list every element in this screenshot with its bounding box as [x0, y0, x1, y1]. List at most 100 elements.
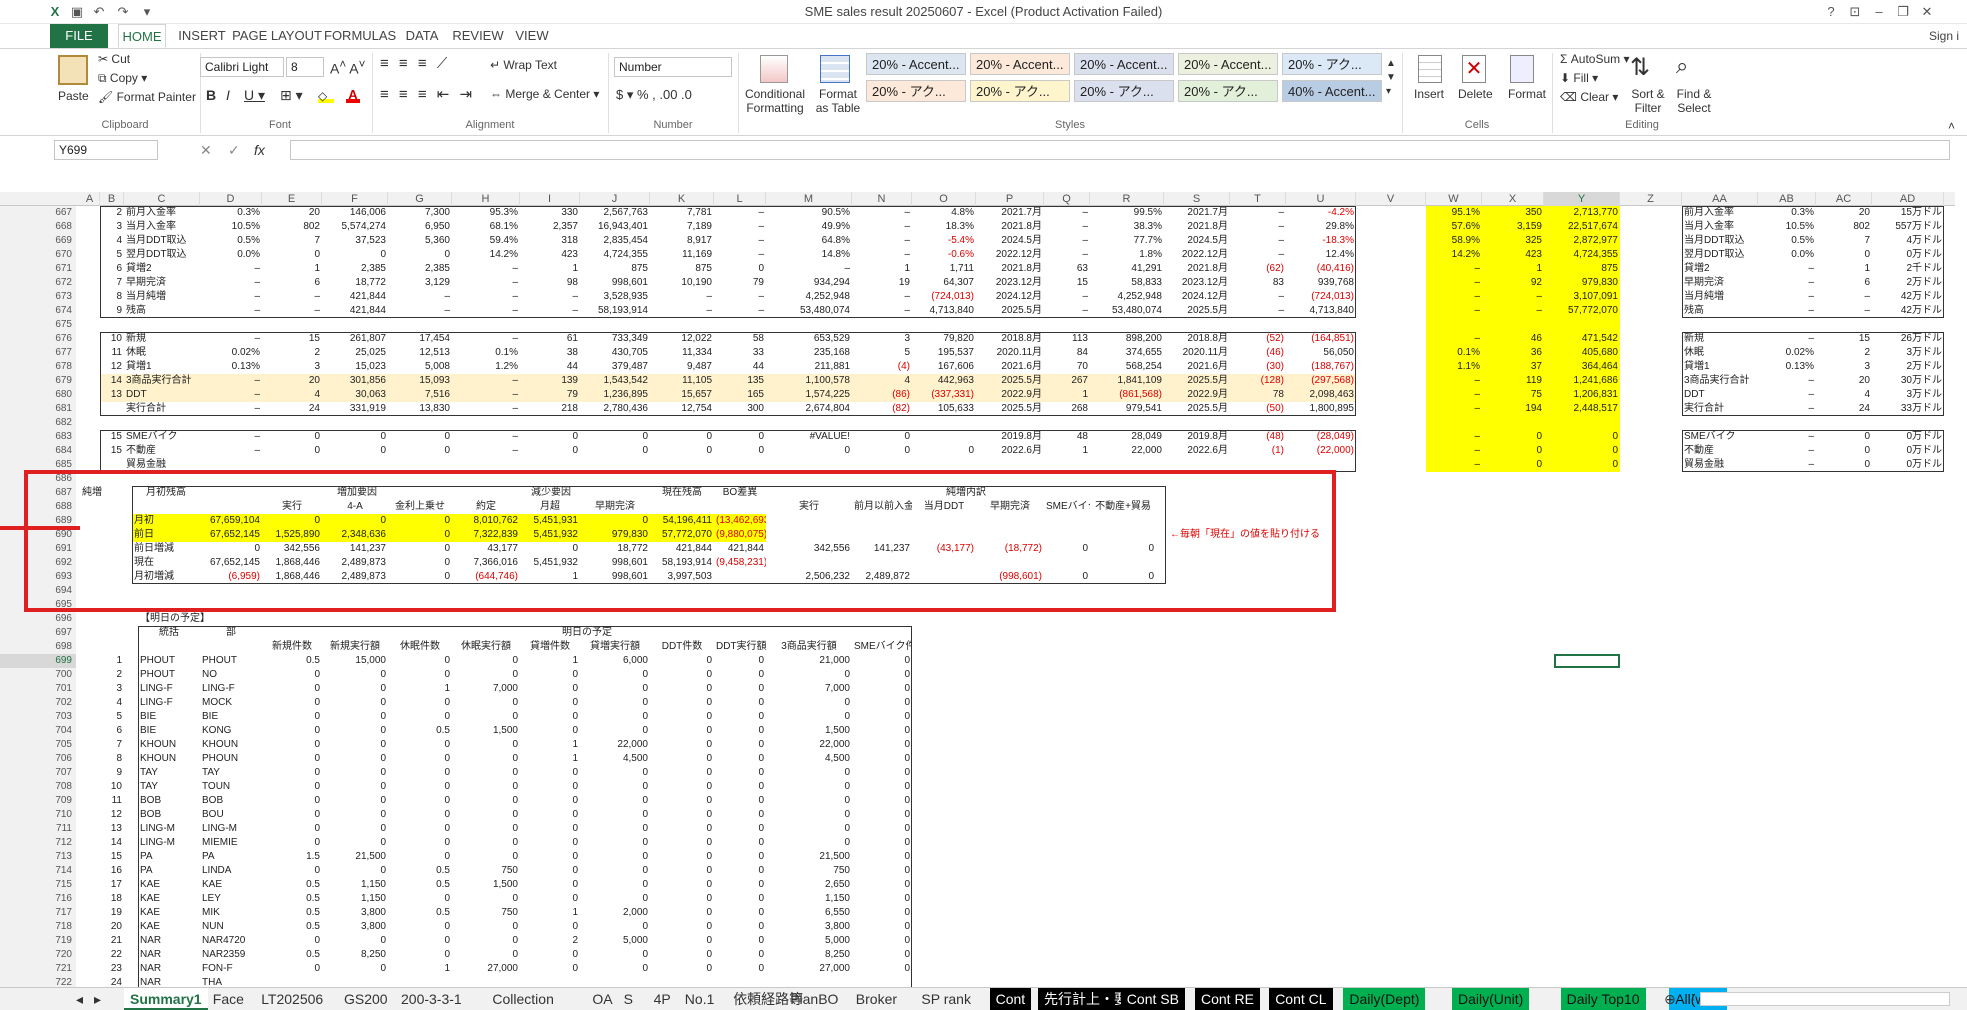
plan-value[interactable]: 1,150 — [322, 892, 388, 906]
cell-P673[interactable]: 2024.12月 — [976, 290, 1044, 304]
format-button[interactable]: Format — [1508, 87, 1546, 101]
cell-AC684[interactable]: 0 — [1816, 444, 1872, 458]
find-select-button[interactable]: Find & Select — [1664, 87, 1724, 115]
row-header[interactable]: 707 — [0, 766, 76, 780]
cell-M674[interactable]: 53,480,074 — [766, 304, 852, 318]
plan-value[interactable]: 0 — [650, 668, 714, 682]
plan-value[interactable]: 0 — [714, 878, 766, 892]
cell-N671[interactable]: 1 — [852, 262, 912, 276]
cell-L681[interactable]: 300 — [714, 402, 766, 416]
plan-value[interactable]: 0 — [766, 822, 852, 836]
plan-value[interactable]: 0 — [388, 836, 452, 850]
cell-M677[interactable]: 235,168 — [766, 346, 852, 360]
plan-value[interactable]: 750 — [452, 906, 520, 920]
cell-L676[interactable]: 58 — [714, 332, 766, 346]
insert-button[interactable]: Insert — [1414, 87, 1444, 101]
cell-K676[interactable]: 12,022 — [650, 332, 714, 346]
underline-button[interactable]: U ▾ — [244, 87, 265, 104]
plan-value[interactable]: 5,000 — [580, 934, 650, 948]
cut-button[interactable]: ✂ Cut — [98, 52, 130, 66]
autosum-button[interactable]: Σ AutoSum ▾ — [1560, 52, 1629, 66]
cell-R680[interactable]: (861,568) — [1090, 388, 1164, 402]
cell-G680[interactable]: 7,516 — [388, 388, 452, 402]
plan-value[interactable]: 21,500 — [766, 850, 852, 864]
cell-W670[interactable]: 14.2% — [1426, 248, 1482, 262]
plan-dept[interactable]: BOB — [200, 794, 262, 808]
cell-C670[interactable]: 翌月DDT取込 — [124, 248, 200, 262]
cell-AA678[interactable]: 貸増1 — [1682, 360, 1758, 374]
plan-value[interactable]: 0 — [580, 822, 650, 836]
cell-M673[interactable]: 4,252,948 — [766, 290, 852, 304]
cell-AC683[interactable]: 0 — [1816, 430, 1872, 444]
plan-value[interactable]: 0 — [714, 654, 766, 668]
cell-G667[interactable]: 7,300 — [388, 206, 452, 220]
plan-group[interactable]: KAE — [138, 920, 200, 934]
plan-value[interactable]: 6,550 — [766, 906, 852, 920]
cell-G676[interactable]: 17,454 — [388, 332, 452, 346]
cell-AC678[interactable]: 3 — [1816, 360, 1872, 374]
plan-value[interactable]: 3,800 — [322, 920, 388, 934]
cell-H677[interactable]: 0.1% — [452, 346, 520, 360]
cell-AB668[interactable]: 10.5% — [1758, 220, 1816, 234]
cell-J671[interactable]: 875 — [580, 262, 650, 276]
cancel-entry-icon[interactable]: ✕ — [200, 142, 212, 159]
merge-center-button[interactable]: ⇔ Merge & Center ▾ — [490, 87, 599, 101]
cell-AB684[interactable]: – — [1758, 444, 1816, 458]
sort-filter-icon[interactable]: ⇅ — [1630, 53, 1650, 82]
cell-B668[interactable]: 3 — [100, 220, 124, 234]
plan-value[interactable]: 0 — [452, 934, 520, 948]
cell-M669[interactable]: 64.8% — [766, 234, 852, 248]
plan-value[interactable]: 0 — [322, 738, 388, 752]
plan-group[interactable]: NAR — [138, 976, 200, 987]
cell-H676[interactable]: – — [452, 332, 520, 346]
cell-AD680[interactable]: 3万ドル — [1872, 388, 1944, 402]
cell-N667[interactable]: – — [852, 206, 912, 220]
plan-value[interactable]: 0 — [766, 696, 852, 710]
plan-value[interactable]: 27,000 — [452, 962, 520, 976]
number-format-icons[interactable]: $ ▾ % , .00 .0 — [616, 87, 692, 103]
cell-X670[interactable]: 423 — [1482, 248, 1544, 262]
plan-value[interactable]: 0 — [766, 766, 852, 780]
cell-X674[interactable]: – — [1482, 304, 1544, 318]
cell-L678[interactable]: 44 — [714, 360, 766, 374]
cell-U669[interactable]: -18.3% — [1286, 234, 1356, 248]
row-header[interactable]: 671 — [0, 262, 76, 276]
cell-C678[interactable]: 貸増1 — [124, 360, 200, 374]
plan-value[interactable]: 0 — [650, 738, 714, 752]
plan-value[interactable]: 0 — [852, 696, 912, 710]
plan-value[interactable]: 0 — [852, 654, 912, 668]
row-header[interactable]: 712 — [0, 836, 76, 850]
cell-C672[interactable]: 早期完済 — [124, 276, 200, 290]
row-header[interactable]: 684 — [0, 444, 76, 458]
plan-value[interactable]: 0 — [852, 836, 912, 850]
plan-group[interactable]: NAR — [138, 934, 200, 948]
cell-L668[interactable]: – — [714, 220, 766, 234]
cell-AC675[interactable] — [1816, 318, 1872, 332]
plan-column-header[interactable]: 休眠実行額 — [452, 640, 520, 654]
sheet-tab[interactable]: PlanBO — [784, 988, 844, 1010]
cell-M672[interactable]: 934,294 — [766, 276, 852, 290]
cell-AD672[interactable]: 2万ドル — [1872, 276, 1944, 290]
cell-X678[interactable]: 37 — [1482, 360, 1544, 374]
cell-style-1[interactable]: 20% - Accent... — [866, 53, 966, 75]
plan-value[interactable]: 1 — [520, 738, 580, 752]
cell-Y674[interactable]: 57,772,070 — [1544, 304, 1620, 318]
cell-X671[interactable]: 1 — [1482, 262, 1544, 276]
row-header[interactable]: 711 — [0, 822, 76, 836]
cell-AC685[interactable]: 0 — [1816, 458, 1872, 472]
cell-E678[interactable]: 3 — [262, 360, 322, 374]
cell-E667[interactable]: 20 — [262, 206, 322, 220]
plan-index[interactable]: 22 — [100, 948, 124, 962]
row-header[interactable]: 667 — [0, 206, 76, 220]
cell-G670[interactable]: 0 — [388, 248, 452, 262]
font-name-select[interactable]: Calibri Light — [200, 57, 284, 77]
column-header[interactable]: J — [580, 192, 650, 206]
cell-H680[interactable]: – — [452, 388, 520, 402]
plan-value[interactable]: 0 — [766, 808, 852, 822]
plan-value[interactable]: 0 — [452, 850, 520, 864]
cell-E677[interactable]: 2 — [262, 346, 322, 360]
cell-S674[interactable]: 2025.5月 — [1164, 304, 1230, 318]
plan-value[interactable]: 0 — [766, 780, 852, 794]
cell-S669[interactable]: 2024.5月 — [1164, 234, 1230, 248]
plan-value[interactable] — [852, 976, 912, 987]
